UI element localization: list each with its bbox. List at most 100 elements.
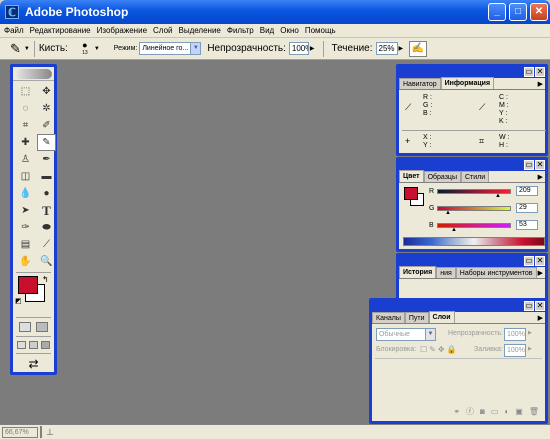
- panel-titlebar[interactable]: ▭ ✕: [372, 301, 545, 312]
- menu-view[interactable]: Вид: [260, 26, 274, 35]
- menu-image[interactable]: Изображение: [97, 26, 147, 35]
- fill-arrow-icon[interactable]: ▶: [528, 346, 532, 352]
- zoom-level-field[interactable]: 66,67%: [2, 426, 38, 438]
- tab-history[interactable]: История: [399, 266, 437, 278]
- path-selection-tool-icon[interactable]: ➤: [16, 202, 35, 219]
- panel-menu-icon[interactable]: ▶: [538, 269, 543, 277]
- swap-colors-icon[interactable]: ↰: [42, 275, 49, 284]
- color-spectrum-bar[interactable]: [403, 237, 545, 246]
- tab-color[interactable]: Цвет: [399, 170, 424, 182]
- tab-tool-presets[interactable]: Наборы инструментов: [455, 267, 537, 278]
- magic-wand-tool-icon[interactable]: ✲: [37, 100, 56, 117]
- tab-navigator[interactable]: Навигатор: [399, 78, 441, 89]
- history-brush-tool-icon[interactable]: ✒: [37, 151, 56, 168]
- hand-tool-icon[interactable]: ✋: [16, 253, 35, 270]
- close-button[interactable]: ✕: [530, 3, 548, 21]
- tab-info[interactable]: Информация: [440, 77, 495, 89]
- trash-icon[interactable]: 🗑: [529, 407, 539, 416]
- healing-brush-tool-icon[interactable]: ✚: [16, 134, 35, 151]
- brush-preset-picker[interactable]: ● 13: [78, 41, 92, 57]
- toolbox-header[interactable]: [13, 67, 54, 81]
- panel-close-button[interactable]: ✕: [535, 256, 545, 266]
- slice-tool-icon[interactable]: ✐: [37, 117, 56, 134]
- blue-slider[interactable]: [437, 222, 511, 228]
- dodge-tool-icon[interactable]: ●: [37, 185, 56, 202]
- adobe-online-icon[interactable]: [15, 68, 52, 79]
- standard-mode-icon[interactable]: [19, 322, 32, 332]
- layers-list[interactable]: [375, 358, 542, 402]
- brush-dropdown-icon[interactable]: ▼: [94, 46, 100, 52]
- menu-layer[interactable]: Слой: [153, 26, 172, 35]
- brush-tool-icon[interactable]: ✎: [37, 134, 56, 151]
- tab-swatches[interactable]: Образцы: [423, 171, 461, 182]
- tab-layers[interactable]: Слои: [428, 311, 455, 323]
- red-slider-thumb[interactable]: ▲: [495, 193, 501, 199]
- blue-slider-thumb[interactable]: ▲: [451, 227, 457, 233]
- maximize-button[interactable]: □: [509, 3, 527, 21]
- panel-menu-icon[interactable]: ▶: [538, 173, 543, 181]
- flow-input[interactable]: 25%: [375, 42, 398, 55]
- notes-tool-icon[interactable]: ▤: [16, 236, 35, 253]
- zoom-tool-icon[interactable]: 🔍: [37, 253, 56, 270]
- marquee-tool-icon[interactable]: ⬚: [16, 83, 35, 100]
- full-screen-menu-icon[interactable]: [28, 341, 38, 349]
- opacity-arrow-icon[interactable]: ▶: [528, 330, 532, 336]
- quick-mask-icon[interactable]: [35, 322, 48, 332]
- adjustment-layer-icon[interactable]: ◐: [504, 407, 509, 416]
- tab-styles[interactable]: Стили: [460, 171, 490, 182]
- lasso-tool-icon[interactable]: ◌: [16, 100, 35, 117]
- opacity-input[interactable]: 100%: [288, 42, 309, 55]
- panel-close-button[interactable]: ✕: [535, 160, 545, 170]
- green-value-input[interactable]: 29: [516, 203, 538, 213]
- full-screen-icon[interactable]: [40, 341, 50, 349]
- opacity-slider-arrow-icon[interactable]: ▶: [310, 45, 315, 52]
- layer-style-icon[interactable]: ⓕ: [466, 406, 474, 417]
- panel-close-button[interactable]: ✕: [535, 67, 545, 77]
- minimize-button[interactable]: _: [488, 3, 506, 21]
- red-value-input[interactable]: 209: [516, 186, 538, 196]
- green-slider-thumb[interactable]: ▲: [445, 210, 451, 216]
- status-info-icon[interactable]: ⊥: [46, 427, 54, 438]
- lock-icons[interactable]: ☐✎✥🔒: [420, 345, 459, 354]
- layer-opacity-input[interactable]: 100%: [504, 328, 526, 341]
- panel-menu-icon[interactable]: ▶: [538, 80, 543, 88]
- standard-screen-icon[interactable]: [17, 341, 27, 349]
- menu-select[interactable]: Выделение: [178, 26, 220, 35]
- panel-minimize-button[interactable]: ▭: [524, 301, 534, 311]
- tab-channels[interactable]: Каналы: [372, 312, 405, 323]
- tool-preset-dropdown-icon[interactable]: ▼: [24, 46, 30, 52]
- airbrush-toggle[interactable]: ✍: [409, 40, 428, 57]
- eraser-tool-icon[interactable]: ◫: [16, 168, 35, 185]
- fill-input[interactable]: 100%: [504, 344, 526, 357]
- blur-tool-icon[interactable]: 💧: [16, 185, 35, 202]
- menu-window[interactable]: Окно: [280, 26, 299, 35]
- tab-paths[interactable]: Пути: [404, 312, 429, 323]
- brush-tool-icon[interactable]: ✎: [10, 41, 21, 57]
- panel-minimize-button[interactable]: ▭: [524, 160, 534, 170]
- pen-tool-icon[interactable]: ✑: [16, 219, 35, 236]
- ellipse-shape-tool-icon[interactable]: ⬬: [37, 219, 56, 236]
- type-tool-icon[interactable]: T: [37, 202, 56, 219]
- new-layer-icon[interactable]: ▣: [515, 407, 523, 416]
- default-colors-icon[interactable]: ◩: [15, 297, 22, 305]
- flow-slider-arrow-icon[interactable]: ▶: [399, 45, 404, 52]
- eyedropper-tool-icon[interactable]: ⟋: [37, 236, 56, 253]
- blue-value-input[interactable]: 53: [516, 220, 538, 230]
- menu-help[interactable]: Помощь: [305, 26, 336, 35]
- tab-actions[interactable]: ния: [436, 267, 456, 278]
- blend-mode-select[interactable]: Обычные ▼: [376, 328, 436, 341]
- clone-stamp-tool-icon[interactable]: ♙: [16, 151, 35, 168]
- move-tool-icon[interactable]: ✥: [37, 83, 56, 100]
- mode-select[interactable]: Линейное го... ▼: [139, 42, 202, 55]
- layer-mask-icon[interactable]: ◙: [480, 407, 485, 416]
- imageready-button[interactable]: ⇄: [13, 356, 54, 371]
- menu-file[interactable]: Файл: [4, 26, 24, 35]
- menu-edit[interactable]: Редактирование: [30, 26, 91, 35]
- link-icon[interactable]: ⚭: [453, 407, 460, 416]
- panel-menu-icon[interactable]: ▶: [538, 314, 543, 322]
- panel-minimize-button[interactable]: ▭: [524, 256, 534, 266]
- foreground-color-swatch[interactable]: [18, 276, 38, 294]
- panel-minimize-button[interactable]: ▭: [524, 67, 534, 77]
- panel-close-button[interactable]: ✕: [535, 301, 545, 311]
- gradient-tool-icon[interactable]: ▬: [37, 168, 56, 185]
